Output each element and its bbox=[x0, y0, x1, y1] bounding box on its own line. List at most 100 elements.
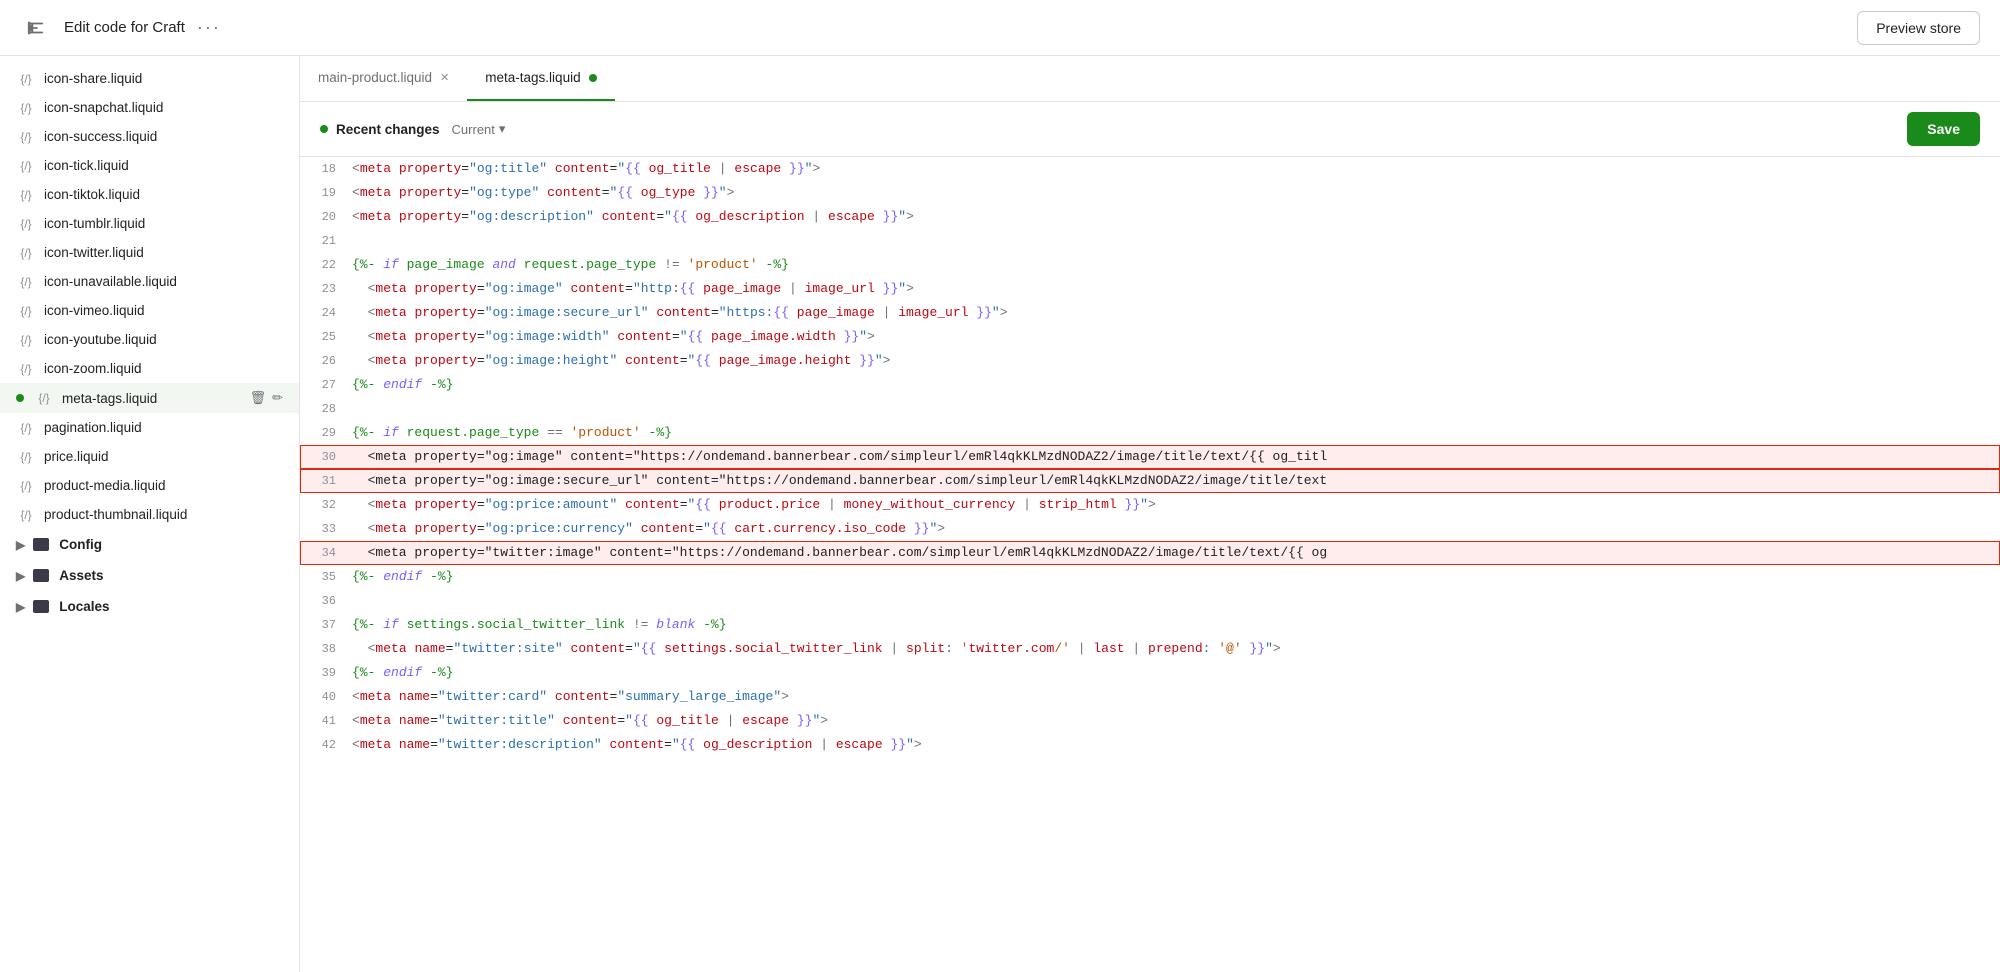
sidebar-item-price[interactable]: {/} price.liquid bbox=[0, 442, 299, 471]
section-label: Config bbox=[59, 537, 102, 552]
code-line: 22{%- if page_image and request.page_typ… bbox=[300, 253, 2000, 277]
code-line: 40<meta name="twitter:card" content="sum… bbox=[300, 685, 2000, 709]
editor-toolbar: Recent changes Current ▾ Save bbox=[300, 102, 2000, 157]
sidebar: {/}icon-share.liquid{/}icon-snapchat.liq… bbox=[0, 56, 300, 972]
code-line: 27{%- endif -%} bbox=[300, 373, 2000, 397]
code-line: 24 <meta property="og:image:secure_url" … bbox=[300, 301, 2000, 325]
liquid-file-icon: {/} bbox=[16, 188, 36, 202]
sidebar-item-icon-unavailable[interactable]: {/} icon-unavailable.liquid bbox=[0, 267, 299, 296]
line-content: {%- endif -%} bbox=[348, 565, 2000, 589]
sidebar-item-icon-tick[interactable]: {/}icon-tick.liquid bbox=[0, 151, 299, 180]
line-content: {%- if settings.social_twitter_link != b… bbox=[348, 613, 2000, 637]
line-number: 37 bbox=[300, 613, 348, 637]
code-line: 23 <meta property="og:image" content="ht… bbox=[300, 277, 2000, 301]
preview-store-button[interactable]: Preview store bbox=[1857, 11, 1980, 45]
sidebar-item-label: icon-snapchat.liquid bbox=[44, 100, 163, 115]
line-content: <meta property="og:image" content="http:… bbox=[348, 277, 2000, 301]
sidebar-item-icon-snapchat[interactable]: {/}icon-snapchat.liquid bbox=[0, 93, 299, 122]
sidebar-item-label: icon-zoom.liquid bbox=[44, 361, 142, 376]
liquid-file-icon: {/} bbox=[16, 508, 36, 522]
tab-close-icon[interactable]: ✕ bbox=[440, 71, 449, 84]
line-number: 41 bbox=[300, 709, 348, 733]
line-content: <meta name="twitter:title" content="{{ o… bbox=[348, 709, 2000, 733]
section-label: Assets bbox=[59, 568, 103, 583]
liquid-file-icon: {/} bbox=[16, 304, 36, 318]
sidebar-item-meta-tags[interactable]: {/}meta-tags.liquid🗑✏ bbox=[0, 383, 299, 413]
code-line: 42<meta name="twitter:description" conte… bbox=[300, 733, 2000, 757]
line-number: 20 bbox=[300, 205, 348, 229]
code-line: 31 <meta property="og:image:secure_url" … bbox=[300, 469, 2000, 493]
liquid-file-icon: {/} bbox=[34, 391, 54, 405]
rename-file-icon[interactable]: ✏ bbox=[272, 390, 283, 406]
active-file-dot bbox=[16, 394, 24, 402]
line-content: <meta property="twitter:image" content="… bbox=[348, 541, 2000, 565]
save-button[interactable]: Save bbox=[1907, 112, 1980, 146]
code-line: 41<meta name="twitter:title" content="{{… bbox=[300, 709, 2000, 733]
chevron-down-icon: ▾ bbox=[499, 121, 506, 137]
line-number: 39 bbox=[300, 661, 348, 685]
line-number: 21 bbox=[300, 229, 348, 253]
line-content: {%- if page_image and request.page_type … bbox=[348, 253, 2000, 277]
code-line: 26 <meta property="og:image:height" cont… bbox=[300, 349, 2000, 373]
tab-main-product[interactable]: main-product.liquid ✕ bbox=[300, 56, 467, 101]
liquid-file-icon: {/} bbox=[16, 450, 36, 464]
sidebar-item-icon-share[interactable]: {/}icon-share.liquid bbox=[0, 64, 299, 93]
line-content bbox=[348, 229, 2000, 253]
back-button[interactable] bbox=[20, 12, 52, 44]
line-content: <meta property="og:image:width" content=… bbox=[348, 325, 2000, 349]
sidebar-item-label: icon-success.liquid bbox=[44, 129, 157, 144]
sidebar-section-locales[interactable]: ▶Locales bbox=[0, 591, 299, 622]
line-content: {%- endif -%} bbox=[348, 373, 2000, 397]
current-dropdown[interactable]: Current ▾ bbox=[452, 121, 506, 137]
folder-icon bbox=[33, 600, 49, 613]
line-number: 40 bbox=[300, 685, 348, 709]
line-content: <meta property="og:image:height" content… bbox=[348, 349, 2000, 373]
sidebar-item-product-media[interactable]: {/}product-media.liquid bbox=[0, 471, 299, 500]
line-content: <meta name="twitter:card" content="summa… bbox=[348, 685, 2000, 709]
delete-file-icon[interactable]: 🗑 bbox=[250, 390, 267, 406]
sidebar-item-label: price.liquid bbox=[44, 449, 109, 464]
line-number: 35 bbox=[300, 565, 348, 589]
code-line: 32 <meta property="og:price:amount" cont… bbox=[300, 493, 2000, 517]
sidebar-item-icon-tumblr[interactable]: {/}icon-tumblr.liquid bbox=[0, 209, 299, 238]
line-number: 38 bbox=[300, 637, 348, 661]
sidebar-item-label: pagination.liquid bbox=[44, 420, 142, 435]
sidebar-item-product-thumbnail[interactable]: {/}product-thumbnail.liquid bbox=[0, 500, 299, 529]
header-left: Edit code for Craft ··· bbox=[20, 12, 221, 44]
tab-label: meta-tags.liquid bbox=[485, 70, 580, 85]
liquid-file-icon: {/} bbox=[16, 159, 36, 173]
tab-meta-tags[interactable]: meta-tags.liquid bbox=[467, 56, 614, 101]
code-editor[interactable]: 18<meta property="og:title" content="{{ … bbox=[300, 157, 2000, 972]
code-line: 25 <meta property="og:image:width" conte… bbox=[300, 325, 2000, 349]
recent-changes-label: Recent changes bbox=[336, 122, 440, 137]
code-line: 28 bbox=[300, 397, 2000, 421]
main-layout: {/}icon-share.liquid{/}icon-snapchat.liq… bbox=[0, 56, 2000, 972]
sidebar-item-pagination[interactable]: {/} pagination.liquid bbox=[0, 413, 299, 442]
tab-label: main-product.liquid bbox=[318, 70, 432, 85]
sidebar-section-assets[interactable]: ▶Assets bbox=[0, 560, 299, 591]
sidebar-item-label: icon-unavailable.liquid bbox=[44, 274, 177, 289]
liquid-file-icon: {/} bbox=[16, 275, 36, 289]
liquid-file-icon: {/} bbox=[16, 479, 36, 493]
sidebar-item-icon-tiktok[interactable]: {/}icon-tiktok.liquid bbox=[0, 180, 299, 209]
sidebar-section-config[interactable]: ▶Config bbox=[0, 529, 299, 560]
line-number: 34 bbox=[300, 541, 348, 565]
code-line: 35{%- endif -%} bbox=[300, 565, 2000, 589]
sidebar-item-icon-success[interactable]: {/}icon-success.liquid bbox=[0, 122, 299, 151]
sidebar-item-icon-twitter[interactable]: {/}icon-twitter.liquid bbox=[0, 238, 299, 267]
liquid-file-icon: {/} bbox=[16, 421, 36, 435]
line-number: 25 bbox=[300, 325, 348, 349]
sidebar-item-icon-vimeo[interactable]: {/}icon-vimeo.liquid bbox=[0, 296, 299, 325]
tabs-bar: main-product.liquid ✕ meta-tags.liquid bbox=[300, 56, 2000, 102]
line-number: 23 bbox=[300, 277, 348, 301]
line-number: 28 bbox=[300, 397, 348, 421]
sidebar-item-icon-zoom[interactable]: {/}icon-zoom.liquid bbox=[0, 354, 299, 383]
sidebar-item-icon-youtube[interactable]: {/}icon-youtube.liquid bbox=[0, 325, 299, 354]
line-number: 29 bbox=[300, 421, 348, 445]
chevron-right-icon: ▶ bbox=[16, 600, 25, 614]
header-more-button[interactable]: ··· bbox=[197, 17, 221, 38]
line-number: 26 bbox=[300, 349, 348, 373]
code-line: 21 bbox=[300, 229, 2000, 253]
line-number: 27 bbox=[300, 373, 348, 397]
header-title: Edit code for Craft bbox=[64, 19, 185, 36]
